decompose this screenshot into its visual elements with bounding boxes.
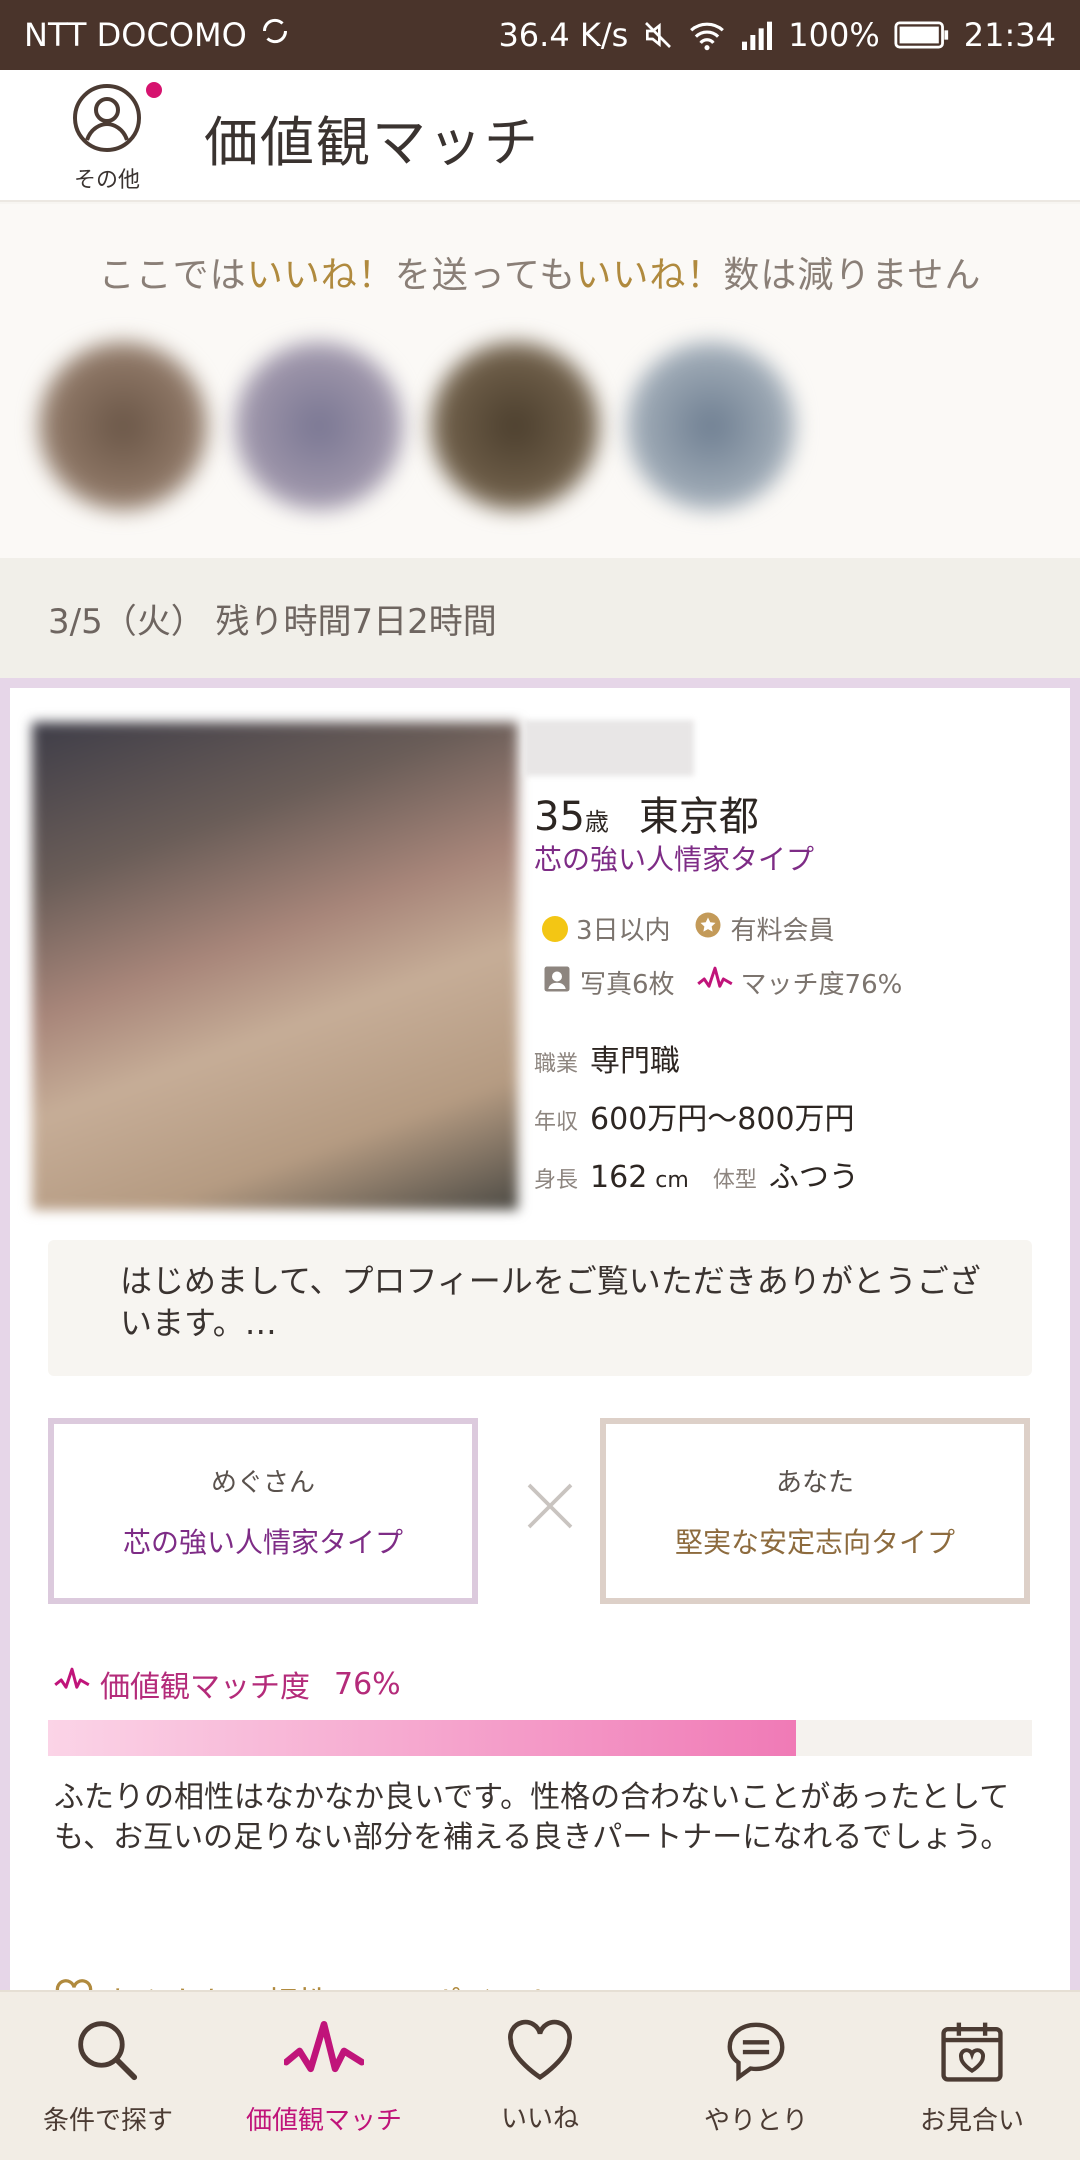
message-text: はじめまして、プロフィールをご覧いただきありがとうございます。…	[120, 1262, 981, 1342]
income-row: 年収 600万円〜800万円	[534, 1094, 855, 1138]
chat-icon	[721, 2016, 791, 2090]
membership-text: 有料会員	[730, 916, 835, 946]
partner-type-box: めぐさん 芯の強い人情家タイプ	[48, 1418, 478, 1604]
age: 35	[534, 794, 585, 840]
login-status: 3日以内	[542, 910, 671, 947]
your-type: 堅実な安定志向タイプ	[674, 1525, 955, 1559]
your-type-box: あなた 堅実な安定志向タイプ	[600, 1418, 1030, 1604]
avatar-strip[interactable]	[22, 310, 862, 542]
nav-search[interactable]: 条件で探す	[0, 1992, 216, 2160]
photo-count-text: 写真6枚	[580, 970, 675, 1000]
match-description: ふたりの相性はなかなか良いです。性格の合わないことがあったとしても、お互いの足り…	[54, 1780, 1011, 1855]
nav-meetings-label: お見合い	[919, 2105, 1024, 2136]
signal-icon	[740, 20, 774, 50]
avatar-photo[interactable]	[38, 341, 208, 511]
status-right: 36.4 K/s 100% 21:34	[498, 16, 1056, 54]
membership-status: 有料会員	[693, 910, 835, 947]
your-name: あなた	[775, 1467, 854, 1498]
nav-likes-label: いいね	[500, 2103, 579, 2134]
meta-row-1: 3日以内 有料会員	[542, 910, 849, 947]
match-degree-heading: 価値観マッチ度 76%	[54, 1662, 401, 1706]
page-title: 価値観マッチ	[204, 111, 540, 174]
like-banner: ここではいいね！を送ってもいいね！数は減りません	[0, 204, 1080, 558]
partner-type: 芯の強い人情家タイプ	[122, 1525, 403, 1559]
status-left: NTT DOCOMO	[24, 13, 293, 57]
photo-count: 写真6枚	[542, 964, 675, 1001]
nav-search-label: 条件で探す	[42, 2105, 173, 2136]
carrier-label: NTT DOCOMO	[24, 16, 247, 54]
search-icon	[73, 2016, 143, 2090]
income-label: 年収	[534, 1110, 579, 1135]
bottom-nav: 条件で探す 価値観マッチ いいね やりとり お見合い	[0, 1990, 1080, 2160]
avatar-photo[interactable]	[626, 341, 796, 511]
cross-icon	[522, 1478, 578, 1534]
pulse-icon	[54, 1665, 90, 1703]
calendar-heart-icon	[937, 2016, 1007, 2090]
match-degree-value: 76%	[334, 1666, 401, 1702]
like-text-3: 数は減りません	[723, 255, 982, 296]
like-accent-1: いいね！	[246, 255, 395, 296]
sync-icon	[257, 13, 293, 57]
nav-messages-label: やりとり	[703, 2105, 808, 2136]
age-unit: 歳	[584, 808, 609, 836]
notification-dot	[146, 82, 162, 98]
like-text-1: ここでは	[98, 255, 247, 296]
network-speed: 36.4 K/s	[498, 16, 629, 54]
job-value: 専門職	[590, 1044, 681, 1079]
nav-messages[interactable]: やりとり	[648, 1992, 864, 2160]
profile-name-blurred	[524, 720, 694, 776]
like-banner-text: ここではいいね！を送ってもいいね！数は減りません	[0, 246, 1080, 298]
user-circle-icon	[71, 82, 143, 158]
job-label: 職業	[534, 1052, 579, 1077]
height-unit: cm	[655, 1168, 689, 1193]
like-text-2: を送っても	[394, 255, 576, 296]
nav-value-match[interactable]: 価値観マッチ	[216, 1992, 432, 2160]
avatar-photo[interactable]	[234, 341, 404, 511]
pulse-icon	[282, 2016, 366, 2090]
other-label: その他	[73, 168, 140, 193]
message-box[interactable]: はじめまして、プロフィールをご覧いただきありがとうございます。…	[48, 1240, 1032, 1376]
battery-level: 100%	[788, 16, 880, 54]
meta-row-2: 写真6枚 マッチ度76%	[542, 964, 916, 1001]
pulse-icon	[696, 964, 733, 1001]
login-text: 3日以内	[576, 916, 671, 946]
photo-icon	[542, 964, 572, 1001]
match-rate-text: マッチ度76%	[740, 970, 903, 1000]
age-location: 35歳 東京都	[534, 784, 759, 842]
body-value: ふつう	[768, 1160, 859, 1195]
date-row: 3/5（火） 残り時間7日2時間	[0, 558, 1080, 678]
app-header: その他 価値観マッチ	[0, 70, 1080, 202]
status-bar: NTT DOCOMO 36.4 K/s 100% 21:34	[0, 0, 1080, 70]
clock: 21:34	[963, 16, 1056, 54]
job-row: 職業 専門職	[534, 1036, 680, 1080]
nav-meetings[interactable]: お見合い	[864, 1992, 1080, 2160]
mute-icon	[642, 19, 674, 51]
income-value: 600万円〜800万円	[590, 1102, 855, 1137]
body-label: 体型	[712, 1168, 757, 1193]
online-dot-icon	[542, 915, 568, 942]
personality-type[interactable]: 芯の強い人情家タイプ	[534, 838, 814, 878]
height-value: 162	[590, 1160, 648, 1195]
height-label: 身長	[534, 1168, 579, 1193]
badge-icon	[693, 910, 723, 947]
heart-icon	[505, 2018, 575, 2088]
location: 東京都	[638, 794, 759, 840]
nav-value-match-label: 価値観マッチ	[245, 2105, 402, 2136]
other-menu-button[interactable]: その他	[62, 82, 162, 194]
match-progress-bar	[48, 1720, 1032, 1756]
like-accent-2: いいね！	[575, 255, 724, 296]
match-degree-label: 価値観マッチ度	[100, 1670, 310, 1705]
profile-card[interactable]: 35歳 東京都 芯の強い人情家タイプ 3日以内 有料会員 写真6枚 マッチ度76%	[0, 678, 1080, 2022]
partner-name: めぐさん	[210, 1467, 315, 1498]
height-body-row: 身長 162 cm 体型 ふつう	[534, 1152, 859, 1196]
match-rate: マッチ度76%	[696, 964, 903, 1001]
remaining-time: 3/5（火） 残り時間7日2時間	[48, 602, 497, 642]
avatar-photo[interactable]	[430, 341, 600, 511]
match-progress-fill	[48, 1720, 796, 1756]
wifi-icon	[688, 19, 726, 51]
nav-likes[interactable]: いいね	[432, 1992, 648, 2160]
battery-icon	[894, 21, 950, 49]
profile-photo[interactable]	[32, 722, 518, 1210]
